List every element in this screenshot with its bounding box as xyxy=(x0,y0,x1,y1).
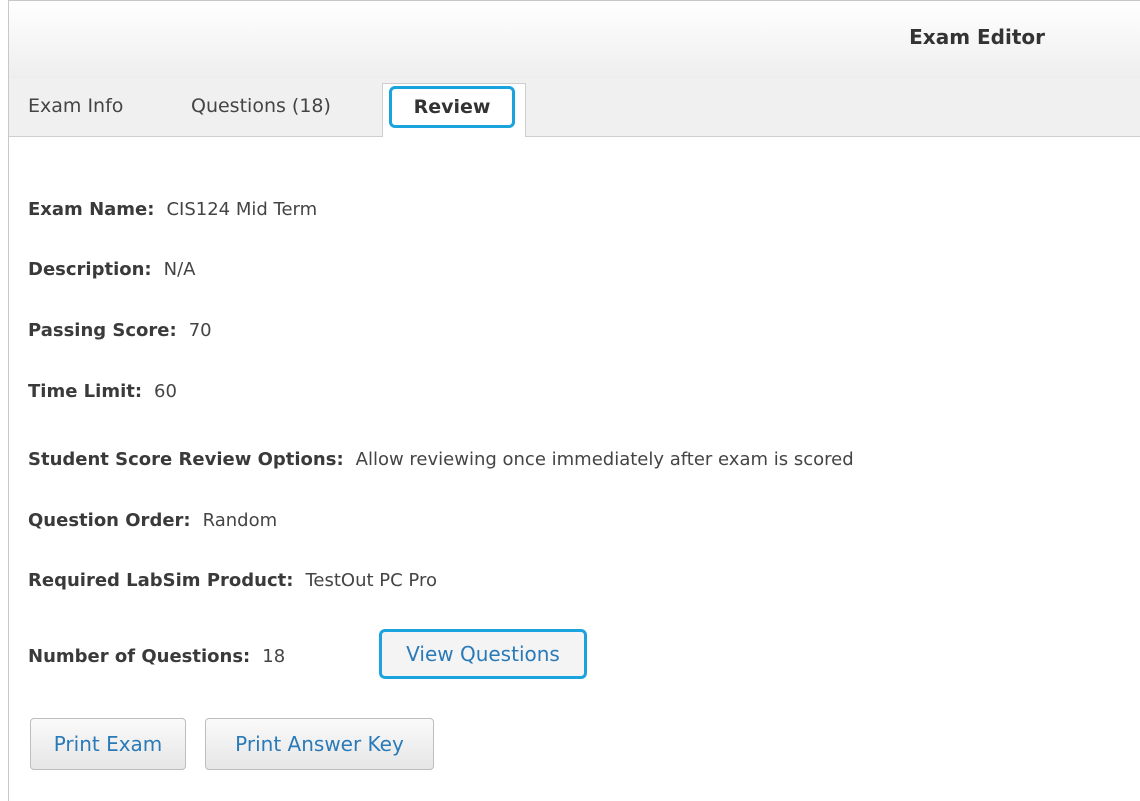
tab-review-highlight: Review xyxy=(389,86,515,128)
description-row: Description: N/A xyxy=(28,259,195,280)
exam-name-row: Exam Name: CIS124 Mid Term xyxy=(28,199,317,220)
time-limit-label: Time Limit: xyxy=(28,381,143,402)
tab-exam-info[interactable]: Exam Info xyxy=(28,95,123,117)
tab-questions[interactable]: Questions (18) xyxy=(191,95,331,117)
tab-review[interactable]: Review xyxy=(382,83,526,137)
required-product-value: TestOut PC Pro xyxy=(305,570,437,591)
required-product-label: Required LabSim Product: xyxy=(28,570,294,591)
required-product-row: Required LabSim Product: TestOut PC Pro xyxy=(28,570,437,591)
time-limit-value: 60 xyxy=(154,381,177,402)
question-order-label: Question Order: xyxy=(28,510,191,531)
question-order-value: Random xyxy=(202,510,278,531)
passing-score-label: Passing Score: xyxy=(28,320,177,341)
num-questions-row: Number of Questions: 18 xyxy=(28,646,285,667)
passing-score-row: Passing Score: 70 xyxy=(28,320,212,341)
tab-review-label: Review xyxy=(413,96,491,118)
print-answer-key-button[interactable]: Print Answer Key xyxy=(205,718,434,770)
question-order-row: Question Order: Random xyxy=(28,510,277,531)
description-value: N/A xyxy=(163,259,196,280)
time-limit-row: Time Limit: 60 xyxy=(28,381,177,402)
description-label: Description: xyxy=(28,259,152,280)
exam-name-value: CIS124 Mid Term xyxy=(166,199,318,220)
print-exam-button[interactable]: Print Exam xyxy=(30,718,186,770)
score-review-row: Student Score Review Options: Allow revie… xyxy=(28,449,854,470)
num-questions-value: 18 xyxy=(262,646,286,667)
exam-name-label: Exam Name: xyxy=(28,199,155,220)
page-title: Exam Editor xyxy=(909,25,1045,49)
score-review-label: Student Score Review Options: xyxy=(28,449,344,470)
passing-score-value: 70 xyxy=(188,320,212,341)
score-review-value: Allow reviewing once immediately after e… xyxy=(355,449,854,470)
view-questions-link[interactable]: View Questions xyxy=(379,629,587,679)
header-bar: Exam Editor xyxy=(9,0,1140,80)
exam-editor-panel: Exam Editor Exam Info Questions (18) Rev… xyxy=(8,0,1140,801)
num-questions-label: Number of Questions: xyxy=(28,646,251,667)
tab-bar: Exam Info Questions (18) Review xyxy=(9,79,1140,137)
